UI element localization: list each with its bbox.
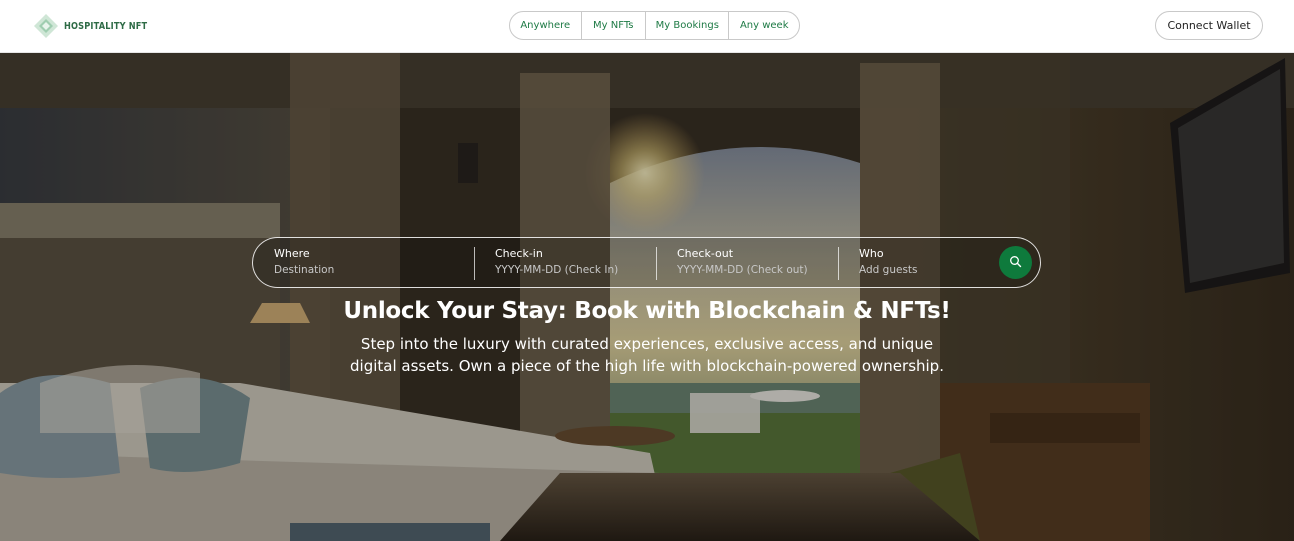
- check-out-label: Check-out: [677, 247, 734, 260]
- booking-search-bar: Where Destination Check-in YYYY-MM-DD (C…: [252, 237, 1041, 288]
- where-field[interactable]: Where Destination: [274, 247, 469, 278]
- hero-subtitle: Step into the luxury with curated experi…: [350, 335, 944, 375]
- check-in-label: Check-in: [495, 247, 543, 260]
- hotel-room-background-image: [0, 53, 1294, 541]
- search-divider: [838, 247, 839, 280]
- brand-logo[interactable]: HOSPITALITY NFT: [33, 13, 166, 39]
- nav-my-bookings[interactable]: My Bookings: [646, 12, 730, 39]
- diamond-logo-icon: [33, 13, 59, 39]
- search-divider: [474, 247, 475, 280]
- hero-title: Unlock Your Stay: Book with Blockchain &…: [343, 298, 951, 324]
- guests-input[interactable]: Add guests: [859, 262, 989, 278]
- check-out-input[interactable]: YYYY-MM-DD (Check out): [677, 262, 837, 278]
- who-label: Who: [859, 247, 884, 260]
- destination-input[interactable]: Destination: [274, 262, 469, 278]
- where-label: Where: [274, 247, 310, 260]
- nav-my-nfts[interactable]: My NFTs: [582, 12, 647, 39]
- check-in-input[interactable]: YYYY-MM-DD (Check In): [495, 262, 655, 278]
- search-icon: [1009, 253, 1022, 272]
- nav-any-week[interactable]: Any week: [729, 12, 799, 39]
- brand-name: HOSPITALITY NFT: [64, 20, 148, 32]
- check-out-field[interactable]: Check-out YYYY-MM-DD (Check out): [677, 247, 837, 278]
- nav-anywhere[interactable]: Anywhere: [510, 12, 582, 39]
- who-field[interactable]: Who Add guests: [859, 247, 989, 278]
- connect-wallet-button[interactable]: Connect Wallet: [1155, 11, 1263, 40]
- hero-section: Where Destination Check-in YYYY-MM-DD (C…: [0, 53, 1294, 541]
- main-nav: Anywhere My NFTs My Bookings Any week: [509, 11, 800, 40]
- search-button[interactable]: [999, 246, 1032, 279]
- top-header: HOSPITALITY NFT Anywhere My NFTs My Book…: [0, 0, 1294, 53]
- search-divider: [656, 247, 657, 280]
- check-in-field[interactable]: Check-in YYYY-MM-DD (Check In): [495, 247, 655, 278]
